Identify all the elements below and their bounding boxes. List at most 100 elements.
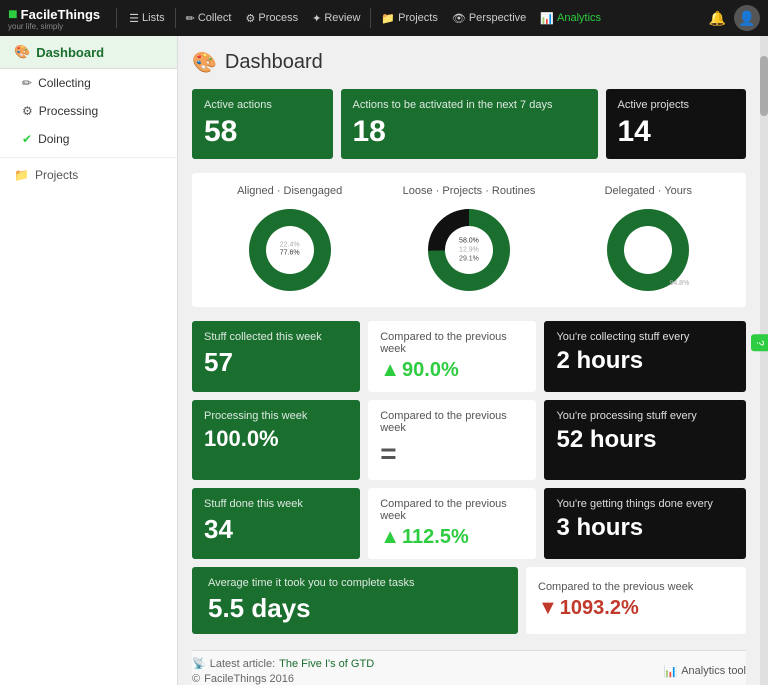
nav-process-label: Process: [258, 12, 298, 24]
footer-copyright: © FacileThings 2016: [192, 673, 374, 685]
metric-processing-compare-label: Compared to the previous week: [380, 410, 524, 434]
donut-loose-title: Loose · Projects · Routines: [403, 185, 536, 197]
metric-processing-box: Processing this week 100.0%: [192, 400, 360, 480]
page-title-icon: 🎨: [192, 50, 217, 75]
process-icon: ⚙: [245, 12, 255, 25]
stat-actions-7days-value: 18: [353, 115, 586, 149]
nav-lists[interactable]: ☰ Lists: [123, 12, 171, 25]
brand: ■ FacileThings your life, simply: [8, 6, 100, 31]
metric-collected-compare-value: ▲ 90.0%: [380, 359, 524, 382]
sidebar-item-collecting[interactable]: ✏ Collecting: [0, 69, 177, 97]
main-content: 🎨 Dashboard Active actions 58 Actions to…: [178, 36, 760, 685]
metric-collected-box: Stuff collected this week 57: [192, 321, 360, 392]
metric-processing-label: Processing this week: [204, 410, 348, 422]
equal-sign: =: [380, 438, 396, 470]
donut-delegated-chart: 94.8%: [603, 205, 693, 295]
stat-active-actions-label: Active actions: [204, 99, 321, 111]
sidebar-projects-label: Projects: [35, 168, 78, 182]
rss-icon: 📡: [192, 657, 206, 670]
footer: 📡 Latest article: The Five I's of GTD © …: [192, 650, 746, 685]
donut-delegated-title: Delegated · Yours: [605, 185, 692, 197]
donut-loose: Loose · Projects · Routines 58.0% 12.9% …: [383, 185, 554, 295]
dashboard-icon: 🎨: [14, 44, 30, 60]
metric-processing-compare-box: Compared to the previous week =: [368, 400, 536, 480]
nav-analytics[interactable]: 📊 Analytics: [534, 12, 607, 25]
metric-row-3: Stuff done this week 34 Compared to the …: [192, 488, 746, 559]
nav-divider2: [175, 8, 176, 28]
doing-icon: ✔: [22, 132, 32, 146]
metric-done-every-box: You're getting things done every 3 hours: [544, 488, 746, 559]
stat-actions-7days-label: Actions to be activated in the next 7 da…: [353, 99, 586, 111]
list-icon: ☰: [129, 12, 139, 25]
donut-aligned-chart: 22.4% 77.6%: [245, 205, 335, 295]
donut-aligned-pct2: 77.6%: [280, 250, 300, 258]
metrics-section: Stuff collected this week 57 Compared to…: [192, 321, 746, 634]
up-arrow-icon-2: ▲: [380, 526, 400, 549]
sidebar-item-doing[interactable]: ✔ Doing: [0, 125, 177, 153]
processing-icon: ⚙: [22, 104, 33, 118]
stat-active-projects-value: 14: [618, 115, 735, 149]
footer-right[interactable]: 📊 Analytics tool: [663, 665, 746, 678]
right-edge-button[interactable]: ?: [751, 334, 768, 352]
collect-icon: ✏: [186, 12, 195, 25]
donut-loose-pct3: 29.1%: [459, 255, 479, 264]
donut-aligned-title: Aligned · Disengaged: [237, 185, 342, 197]
nav-collect[interactable]: ✏ Collect: [180, 12, 238, 25]
footer-article-text[interactable]: The Five I's of GTD: [279, 658, 374, 670]
metric-collected-compare-box: Compared to the previous week ▲ 90.0%: [368, 321, 536, 392]
stat-active-actions-value: 58: [204, 115, 321, 149]
analytics-icon: 📊: [540, 12, 554, 25]
nav-perspective[interactable]: 👁 Perspective: [446, 12, 532, 25]
average-row: Average time it took you to complete tas…: [192, 567, 746, 634]
average-compare-value: ▼ 1093.2%: [538, 597, 734, 620]
nav-lists-label: Lists: [142, 12, 165, 24]
nav-process[interactable]: ⚙ Process: [239, 12, 304, 25]
metric-collecting-every-box: You're collecting stuff every 2 hours: [544, 321, 746, 392]
nav-projects[interactable]: 📁 Projects: [375, 12, 443, 25]
metric-done-label: Stuff done this week: [204, 498, 348, 510]
nav-collect-label: Collect: [198, 12, 232, 24]
brand-name: FacileThings: [21, 7, 100, 22]
donut-loose-chart: 58.0% 12.9% 29.1%: [424, 205, 514, 295]
footer-article-label: Latest article:: [210, 658, 275, 670]
sidebar-dashboard-label: Dashboard: [36, 45, 104, 60]
sidebar-item-projects[interactable]: 📁 Projects: [0, 157, 177, 192]
review-icon: ✦: [312, 12, 321, 25]
metric-collected-compare-label: Compared to the previous week: [380, 331, 524, 355]
nav-review-label: Review: [324, 12, 360, 24]
metric-done-every-value: 3 hours: [556, 514, 734, 542]
sidebar: 🎨 Dashboard ✏ Collecting ⚙ Processing ✔ …: [0, 36, 178, 685]
metric-processing-value: 100.0%: [204, 426, 348, 452]
metric-processing-every-value: 52 hours: [556, 426, 734, 454]
user-avatar[interactable]: 👤: [734, 5, 760, 31]
donut-aligned: Aligned · Disengaged 22.4% 77.6%: [204, 185, 375, 295]
footer-copyright-text: FacileThings 2016: [204, 673, 294, 685]
scroll-thumb[interactable]: [760, 56, 768, 116]
metric-done-compare-label: Compared to the previous week: [380, 498, 524, 522]
metric-collecting-every-label: You're collecting stuff every: [556, 331, 734, 343]
nav-review[interactable]: ✦ Review: [306, 12, 366, 25]
notification-bell-icon[interactable]: 🔔: [709, 10, 726, 27]
footer-analytics-icon: 📊: [663, 665, 677, 678]
metric-done-compare-value: ▲ 112.5%: [380, 526, 524, 549]
scrollbar[interactable]: [760, 36, 768, 685]
donut-aligned-pct1: 22.4%: [280, 242, 300, 250]
processing-label: Processing: [39, 104, 98, 118]
nav-analytics-label: Analytics: [557, 12, 601, 24]
footer-analytics-label[interactable]: Analytics tool: [681, 665, 746, 677]
metric-collected-value: 57: [204, 347, 348, 378]
footer-article[interactable]: 📡 Latest article: The Five I's of GTD: [192, 657, 374, 670]
sidebar-item-processing[interactable]: ⚙ Processing: [0, 97, 177, 125]
donut-delegated: Delegated · Yours 94.8%: [563, 185, 734, 295]
sidebar-dashboard[interactable]: 🎨 Dashboard: [0, 36, 177, 69]
average-compare-label: Compared to the previous week: [538, 581, 734, 593]
average-box: Average time it took you to complete tas…: [192, 567, 518, 634]
doing-label: Doing: [38, 132, 69, 146]
footer-left: 📡 Latest article: The Five I's of GTD © …: [192, 657, 374, 685]
collecting-icon: ✏: [22, 76, 32, 90]
nav-divider3: [370, 8, 371, 28]
metric-processing-every-box: You're processing stuff every 52 hours: [544, 400, 746, 480]
stat-actions-7days: Actions to be activated in the next 7 da…: [341, 89, 598, 159]
collecting-label: Collecting: [38, 76, 91, 90]
nav-divider: [116, 8, 117, 28]
